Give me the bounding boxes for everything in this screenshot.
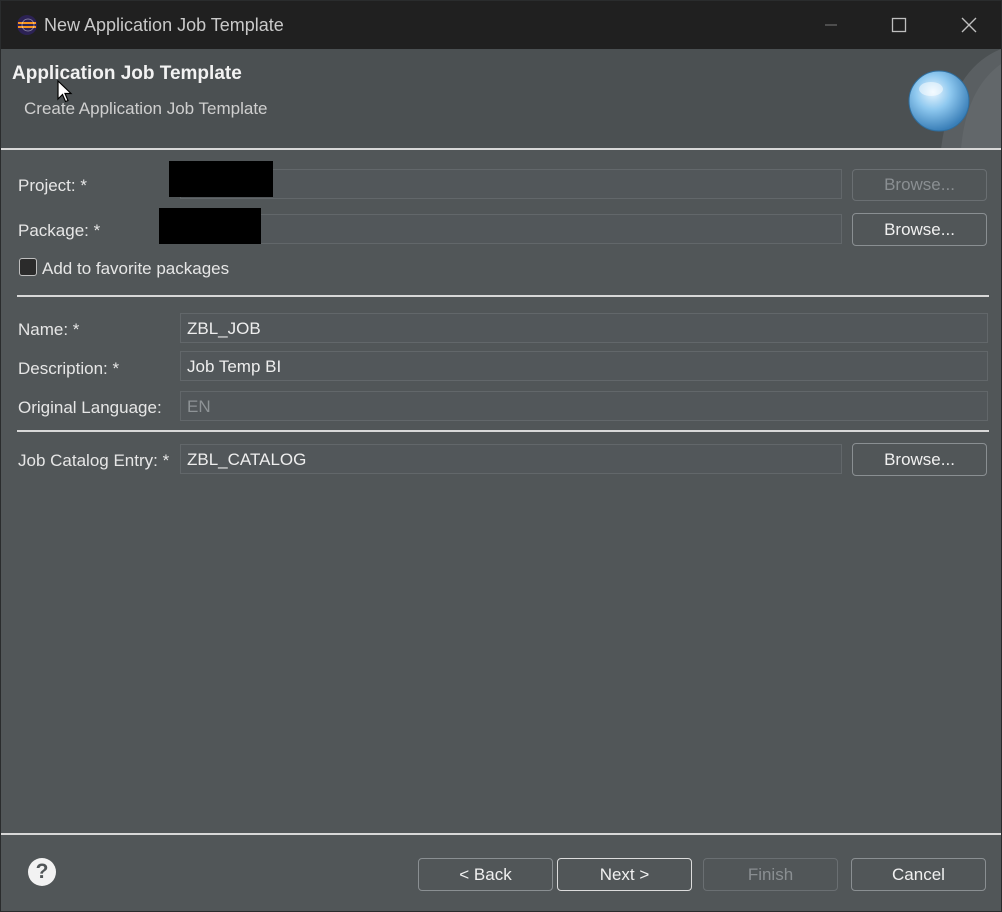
description-input[interactable]: Job Temp BI bbox=[180, 351, 988, 381]
window-title: New Application Job Template bbox=[44, 15, 284, 35]
redacted-package bbox=[159, 208, 261, 244]
finish-button[interactable]: Finish bbox=[703, 858, 838, 891]
minimize-button[interactable] bbox=[799, 1, 863, 49]
mouse-cursor-icon bbox=[57, 80, 73, 103]
project-input[interactable] bbox=[180, 169, 842, 199]
maximize-icon bbox=[891, 17, 907, 33]
name-label: Name: * bbox=[18, 320, 80, 339]
job-catalog-browse-button[interactable]: Browse... bbox=[852, 443, 987, 476]
description-label: Description: * bbox=[18, 359, 120, 378]
package-label: Package: * bbox=[18, 221, 101, 240]
cancel-button[interactable]: Cancel bbox=[851, 858, 986, 891]
package-input[interactable] bbox=[180, 214, 842, 244]
package-browse-button[interactable]: Browse... bbox=[852, 213, 987, 246]
dialog-window: New Application Job Template Application… bbox=[0, 0, 1002, 912]
title-bar[interactable]: New Application Job Template bbox=[1, 1, 1001, 49]
project-browse-button[interactable]: Browse... bbox=[852, 169, 987, 201]
back-button[interactable]: < Back bbox=[418, 858, 553, 891]
favorite-packages-checkbox[interactable] bbox=[19, 258, 37, 276]
project-label: Project: * bbox=[18, 176, 87, 195]
job-catalog-input[interactable]: ZBL_CATALOG bbox=[180, 444, 842, 474]
section-separator-1 bbox=[17, 295, 989, 297]
redacted-project bbox=[169, 161, 273, 197]
minimize-icon bbox=[825, 24, 837, 26]
original-language-input: EN bbox=[180, 391, 988, 421]
wizard-banner-icon bbox=[908, 49, 1001, 149]
section-separator-2 bbox=[17, 430, 989, 432]
next-button[interactable]: Next > bbox=[557, 858, 692, 891]
wizard-header: Application Job Template Create Applicat… bbox=[1, 49, 1001, 149]
eclipse-app-icon bbox=[17, 15, 37, 35]
close-icon bbox=[961, 17, 977, 33]
name-input[interactable]: ZBL_JOB bbox=[180, 313, 988, 343]
help-icon[interactable]: ? bbox=[28, 858, 56, 886]
wizard-title: Application Job Template bbox=[12, 63, 242, 84]
original-language-label: Original Language: bbox=[18, 398, 162, 417]
maximize-button[interactable] bbox=[867, 1, 931, 49]
footer-separator bbox=[1, 833, 1001, 835]
job-catalog-label: Job Catalog Entry: * bbox=[18, 451, 170, 470]
close-button[interactable] bbox=[937, 1, 1001, 49]
header-separator bbox=[1, 148, 1001, 150]
favorite-packages-label[interactable]: Add to favorite packages bbox=[42, 259, 229, 279]
